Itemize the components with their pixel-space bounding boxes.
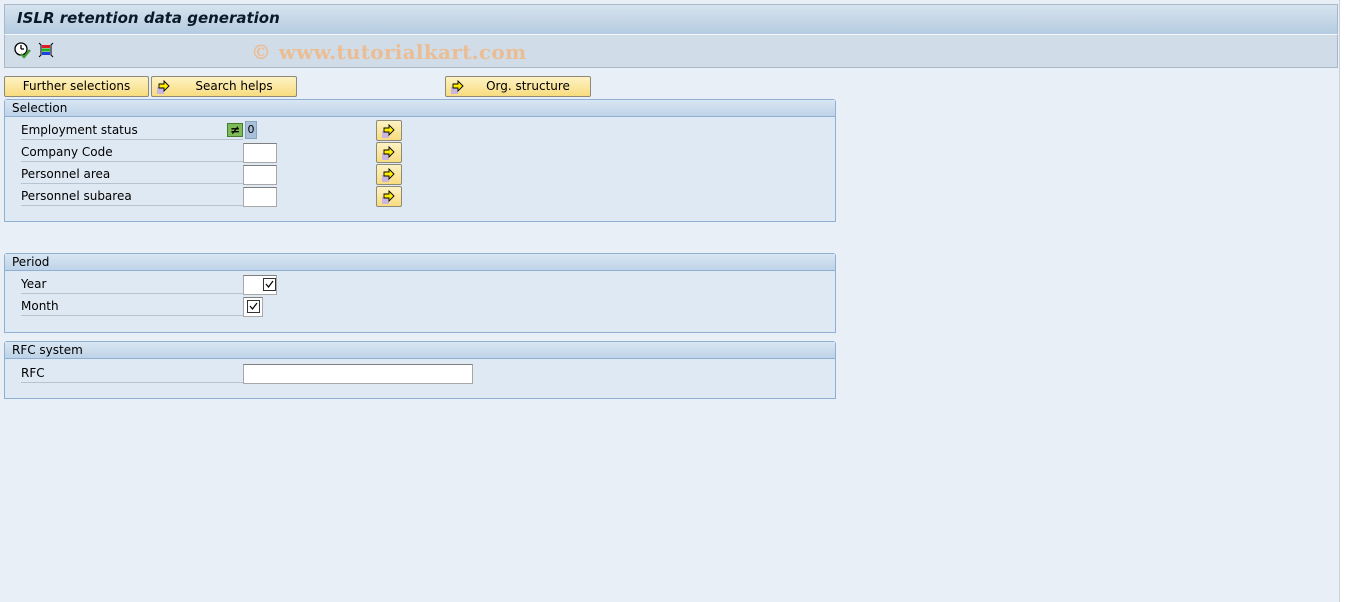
selection-group-title: Selection (5, 100, 835, 117)
further-selections-label: Further selections (22, 79, 131, 93)
arrow-right-icon (382, 167, 395, 182)
search-helps-button[interactable]: Search helps (151, 76, 297, 97)
period-group: Period Year Month (4, 253, 836, 333)
arrow-right-icon (157, 79, 170, 94)
year-input[interactable] (243, 275, 277, 295)
selection-group: Selection Employment status ≠ 0 Company … (4, 99, 836, 222)
required-field-icon (247, 300, 260, 313)
month-input[interactable] (243, 297, 263, 317)
personnel-subarea-label: Personnel subarea (21, 186, 243, 206)
company-code-multiple-selection-button[interactable] (376, 142, 402, 163)
company-code-input[interactable] (243, 143, 277, 163)
required-field-icon (263, 278, 276, 291)
month-label: Month (21, 296, 243, 316)
personnel-area-input[interactable] (243, 165, 277, 185)
rfc-system-group: RFC system RFC (4, 341, 836, 399)
title-bar: ISLR retention data generation (4, 4, 1338, 35)
employment-status-input[interactable]: 0 (245, 121, 257, 139)
search-helps-label: Search helps (195, 79, 273, 93)
further-selections-button[interactable]: Further selections (4, 76, 149, 97)
watermark-text: © www.tutorialkart.com (251, 40, 527, 64)
page-title: ISLR retention data generation (17, 9, 280, 27)
employment-status-multiple-selection-button[interactable] (376, 120, 402, 141)
application-toolbar: © www.tutorialkart.com (4, 35, 1338, 68)
sap-screen: ISLR retention data generation © www.tut… (0, 0, 1340, 602)
personnel-subarea-input[interactable] (243, 187, 277, 207)
period-group-title: Period (5, 254, 835, 271)
arrow-right-icon (382, 145, 395, 160)
org-structure-label: Org. structure (486, 79, 570, 93)
personnel-subarea-multiple-selection-button[interactable] (376, 186, 402, 207)
year-label: Year (21, 274, 243, 294)
arrow-right-icon (382, 123, 395, 138)
selection-options-icon[interactable] (37, 41, 55, 59)
org-structure-button[interactable]: Org. structure (445, 76, 591, 97)
arrow-right-icon (451, 79, 464, 94)
company-code-label: Company Code (21, 142, 243, 162)
personnel-area-label: Personnel area (21, 164, 243, 184)
rfc-label: RFC (21, 363, 243, 383)
rfc-system-group-title: RFC system (5, 342, 835, 359)
employment-status-label: Employment status (21, 120, 243, 140)
execute-clock-icon[interactable] (13, 41, 31, 59)
arrow-right-icon (382, 189, 395, 204)
not-equal-operator-icon[interactable]: ≠ (227, 123, 243, 137)
rfc-input[interactable] (243, 364, 473, 384)
personnel-area-multiple-selection-button[interactable] (376, 164, 402, 185)
